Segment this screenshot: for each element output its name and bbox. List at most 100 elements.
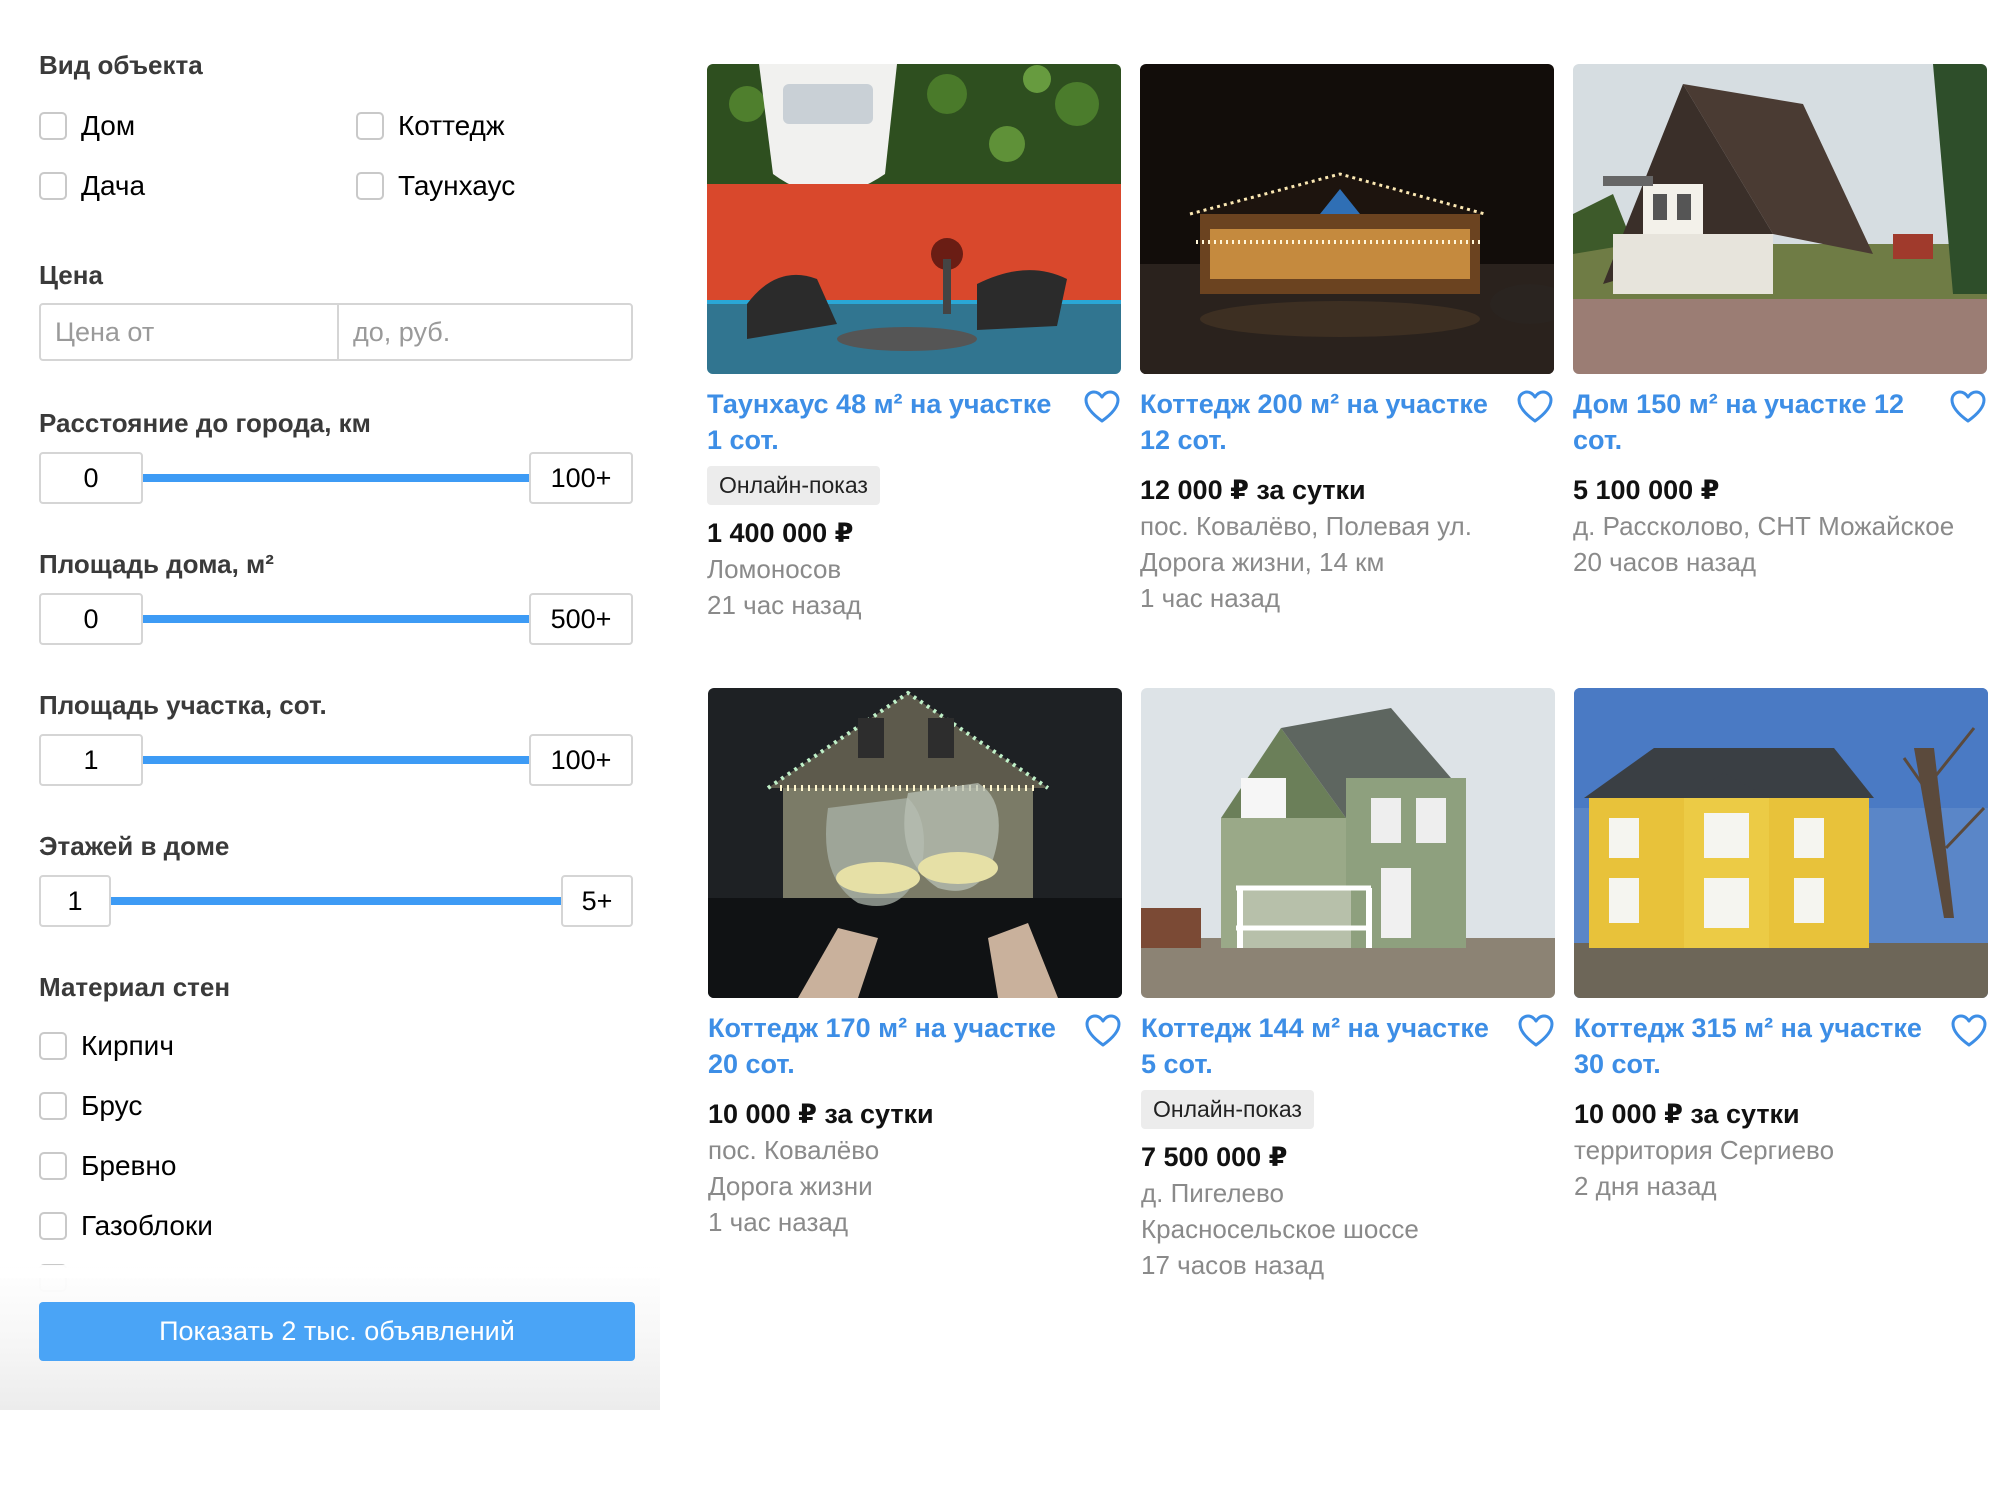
listing-title[interactable]: Коттедж 170 м² на участке 20 сот. <box>708 1010 1068 1082</box>
floors-title: Этажей в доме <box>39 831 230 861</box>
sticky-footer-edge <box>0 1268 660 1278</box>
listing-location: пос. Ковалёво, Полевая ул. <box>1140 511 1472 541</box>
listing-time: 17 часов назад <box>1141 1250 1325 1280</box>
listing-photo[interactable] <box>708 688 1122 998</box>
listing-photo[interactable] <box>1140 64 1554 374</box>
distance-range[interactable]: 0 100+ <box>39 452 633 504</box>
price-to-input[interactable] <box>339 305 631 359</box>
house-area-max-input[interactable]: 500+ <box>529 593 633 645</box>
checkbox-box[interactable] <box>39 112 67 140</box>
favorite-heart-icon[interactable] <box>1950 1014 1988 1048</box>
checkbox-label: Кирпич <box>81 1030 174 1061</box>
house-area-title: Площадь дома, м² <box>39 549 274 579</box>
favorite-heart-icon[interactable] <box>1083 390 1121 424</box>
distance-slider-track[interactable] <box>141 474 531 482</box>
favorite-heart-icon[interactable] <box>1084 1014 1122 1048</box>
checkbox-label: Бревно <box>81 1150 177 1181</box>
listing-time: 21 час назад <box>707 590 862 620</box>
distance-title: Расстояние до города, км <box>39 408 371 438</box>
checkbox-townhouse[interactable]: Таунхаус <box>356 170 515 202</box>
plot-area-min-input[interactable]: 1 <box>39 734 143 786</box>
checkbox-gas-blocks[interactable]: Газоблоки <box>39 1210 213 1242</box>
favorite-heart-icon[interactable] <box>1516 390 1554 424</box>
favorite-heart-icon[interactable] <box>1517 1014 1555 1048</box>
listing-price: 12 000 ₽ за сутки <box>1140 475 1366 505</box>
listing-location-secondary: Красносельское шоссе <box>1141 1214 1419 1244</box>
listing-photo[interactable] <box>1573 64 1987 374</box>
plot-area-slider-track[interactable] <box>141 756 531 764</box>
checkbox-box[interactable] <box>39 1212 67 1240</box>
listing-location-secondary: Дорога жизни, 14 км <box>1140 547 1385 577</box>
listing-card[interactable]: Коттедж 315 м² на участке 30 сот. 10 000… <box>1574 688 1988 1201</box>
floors-range[interactable]: 1 5+ <box>39 875 633 927</box>
listing-time: 1 час назад <box>1140 583 1280 613</box>
house-area-slider-track[interactable] <box>141 615 531 623</box>
listing-title[interactable]: Таунхаус 48 м² на участке 1 сот. <box>707 386 1067 458</box>
distance-min-input[interactable]: 0 <box>39 452 143 504</box>
online-show-badge: Онлайн-показ <box>707 466 880 505</box>
checkbox-cottage[interactable]: Коттедж <box>356 110 505 142</box>
listing-price: 1 400 000 ₽ <box>707 518 854 548</box>
checkbox-brick[interactable]: Кирпич <box>39 1030 174 1062</box>
house-area-range[interactable]: 0 500+ <box>39 593 633 645</box>
listing-photo[interactable] <box>1574 688 1988 998</box>
house-area-min-input[interactable]: 0 <box>39 593 143 645</box>
checkbox-timber[interactable]: Брус <box>39 1090 142 1122</box>
show-results-button[interactable]: Показать 2 тыс. объявлений <box>39 1302 635 1361</box>
listing-meta: 12 000 ₽ за сутки пос. Ковалёво, Полевая… <box>1140 462 1554 616</box>
checkbox-label: Дом <box>81 110 136 141</box>
checkbox-dacha[interactable]: Дача <box>39 170 145 202</box>
listing-price: 7 500 000 ₽ <box>1141 1142 1288 1172</box>
listing-card[interactable]: Коттедж 200 м² на участке 12 сот. 12 000… <box>1140 64 1554 613</box>
listing-location-secondary: Дорога жизни <box>708 1171 873 1201</box>
listing-location: д. Рассколово, СНТ Можайское <box>1573 511 1955 541</box>
listing-time: 2 дня назад <box>1574 1171 1717 1201</box>
listing-card[interactable]: Дом 150 м² на участке 12 сот. 5 100 000 … <box>1573 64 1987 577</box>
checkbox-box[interactable] <box>39 172 67 200</box>
floors-slider-track[interactable] <box>109 897 565 905</box>
listing-card[interactable]: Таунхаус 48 м² на участке 1 сот. Онлайн-… <box>707 64 1121 620</box>
checkbox-label: Дача <box>81 170 146 201</box>
checkbox-house[interactable]: Дом <box>39 110 135 142</box>
checkbox-box[interactable] <box>356 112 384 140</box>
checkbox-box[interactable] <box>39 1032 67 1060</box>
plot-area-range[interactable]: 1 100+ <box>39 734 633 786</box>
distance-max-input[interactable]: 100+ <box>529 452 633 504</box>
listing-title[interactable]: Коттедж 315 м² на участке 30 сот. <box>1574 1010 1934 1082</box>
listing-title[interactable]: Коттедж 144 м² на участке 5 сот. <box>1141 1010 1501 1082</box>
filters-sidebar: Вид объекта Дом Коттедж Дача Таунхаус Це… <box>0 0 660 1410</box>
listing-title[interactable]: Коттедж 200 м² на участке 12 сот. <box>1140 386 1500 458</box>
checkbox-label: Газоблоки <box>81 1210 213 1241</box>
listing-photo[interactable] <box>707 64 1121 374</box>
price-title: Цена <box>39 260 103 290</box>
floors-min-input[interactable]: 1 <box>39 875 111 927</box>
listing-card[interactable]: Коттедж 170 м² на участке 20 сот. 10 000… <box>708 688 1122 1237</box>
plot-area-max-input[interactable]: 100+ <box>529 734 633 786</box>
checkbox-label: Коттедж <box>398 110 505 141</box>
listing-card[interactable]: Коттедж 144 м² на участке 5 сот. Онлайн-… <box>1141 688 1555 1280</box>
floors-max-input[interactable]: 5+ <box>561 875 633 927</box>
listing-time: 20 часов назад <box>1573 547 1757 577</box>
listing-time: 1 час назад <box>708 1207 848 1237</box>
listing-photo[interactable] <box>1141 688 1555 998</box>
wall-material-title: Материал стен <box>39 972 231 1002</box>
checkbox-label: Брус <box>81 1090 143 1121</box>
favorite-heart-icon[interactable] <box>1949 390 1987 424</box>
listing-price: 10 000 ₽ за сутки <box>708 1099 934 1129</box>
checkbox-label: Таунхаус <box>398 170 516 201</box>
listing-price: 10 000 ₽ за сутки <box>1574 1099 1800 1129</box>
listing-location: д. Пигелево <box>1141 1178 1284 1208</box>
checkbox-box[interactable] <box>356 172 384 200</box>
listing-meta: Онлайн-показ 1 400 000 ₽ Ломоносов 21 ча… <box>707 460 1121 623</box>
price-range-field <box>39 303 633 361</box>
listing-location: Ломоносов <box>707 554 842 584</box>
checkbox-log[interactable]: Бревно <box>39 1150 176 1182</box>
price-from-input[interactable] <box>41 305 337 359</box>
listing-meta: 10 000 ₽ за сутки территория Сергиево 2 … <box>1574 1086 1988 1204</box>
object-type-title: Вид объекта <box>39 50 203 80</box>
listing-price: 5 100 000 ₽ <box>1573 475 1720 505</box>
checkbox-box[interactable] <box>39 1152 67 1180</box>
listing-location: пос. Ковалёво <box>708 1135 880 1165</box>
checkbox-box[interactable] <box>39 1092 67 1120</box>
listing-title[interactable]: Дом 150 м² на участке 12 сот. <box>1573 386 1933 458</box>
